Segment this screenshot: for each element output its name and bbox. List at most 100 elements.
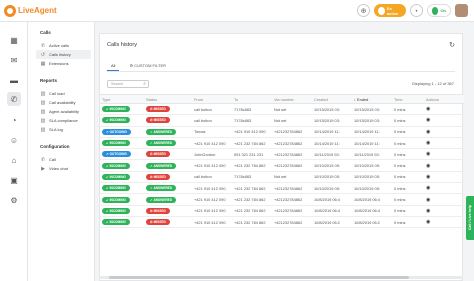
sidebar-item-label: Agent availability (49, 109, 80, 114)
status-badge: ✓ ANSWERED (146, 196, 177, 203)
cell-from: +421 910 412 090 (192, 137, 232, 150)
column-header-from[interactable]: From (192, 94, 232, 104)
table-row[interactable]: ↗ OUTGOING ✆ MISSED JohnGordon 091 321 231 … (100, 148, 464, 161)
search-input[interactable]: Search ⌕ (107, 80, 149, 88)
cell-to: +421 232 784 862 (232, 159, 272, 172)
table-row[interactable]: ↗ OUTGOING ✓ ANSWERED Tomas +421 910 412 09… (100, 126, 464, 138)
sidebar-item-call-load[interactable]: ▥ Call load (36, 89, 91, 98)
avatar[interactable] (455, 4, 468, 17)
settings-icon[interactable]: ⚙ (8, 194, 20, 206)
column-header-status[interactable]: Status (144, 94, 192, 104)
call-status-toggle[interactable]: On (427, 4, 451, 17)
mail-icon[interactable]: ✉ (8, 54, 20, 66)
chat-status-toggle[interactable]: Ex active (374, 4, 406, 17)
sidebar-item-label: SLA log (49, 127, 63, 132)
column-header-via-number[interactable]: Via number (272, 94, 312, 104)
cell-created: 10/8/2019 06:4 (312, 205, 352, 217)
view-icon[interactable]: ◉ (426, 197, 430, 203)
sidebar-item-video-chat[interactable]: ▶ Video chat (36, 164, 91, 173)
cell-status: ✆ MISSED (144, 216, 192, 229)
table-row[interactable]: ↙ INCOMING ✆ MISSED call button 7178c683 Not… (100, 171, 464, 184)
reports-icon[interactable]: ◔ (8, 114, 20, 126)
table-row[interactable]: ↙ INCOMING ✆ MISSED +421 910 412 090 +421 2… (100, 205, 464, 217)
sidebar-item-agent-availability[interactable]: ▥ Agent availability (36, 107, 91, 116)
view-icon[interactable]: ◉ (426, 117, 430, 123)
cell-to: +421 232 784 862 (232, 205, 272, 217)
plugins-icon[interactable]: ▣ (8, 174, 20, 186)
cell-ended: 10/8/2019 06:4 (352, 205, 392, 217)
live-help-button[interactable]: Call / Live help (466, 196, 474, 240)
table-row[interactable]: ↙ INCOMING ✓ ANSWERED +421 910 412 090 +421… (100, 137, 464, 150)
tabs-divider (107, 71, 455, 72)
logo[interactable]: LiveAgent (4, 4, 57, 17)
view-icon[interactable]: ◉ (426, 129, 430, 135)
contacts-icon[interactable]: ☺ (8, 134, 20, 146)
column-header-ended[interactable]: ↓ Ended (352, 94, 392, 104)
column-header-created[interactable]: Created (312, 94, 352, 104)
cell-time: 0 mins (392, 205, 424, 217)
table-row[interactable]: ↙ INCOMING ✓ ANSWERED +421 910 412 090 +421… (100, 159, 464, 172)
cell-time: 0 mins (392, 182, 424, 195)
type-badge-label: INCOMING (109, 197, 126, 202)
tab-all[interactable]: All (107, 61, 120, 71)
view-icon[interactable]: ◉ (426, 151, 430, 157)
cell-to: +421 232 784 862 (232, 193, 272, 206)
view-icon[interactable]: ◉ (426, 208, 430, 214)
sidebar-item-extensions[interactable]: ▦ Extensions (36, 59, 91, 68)
column-header-to[interactable]: To (232, 94, 272, 104)
cell-from: call button (192, 171, 232, 184)
cell-from: +421 910 412 090 (192, 182, 232, 195)
bars-icon: ▥ (40, 108, 46, 115)
cell-created: 10/8/2019 05:2 (312, 216, 352, 229)
table-row[interactable]: ↙ INCOMING ✆ MISSED call button 7178c683 Not… (100, 114, 464, 127)
view-icon[interactable]: ◉ (426, 185, 430, 191)
add-icon[interactable]: ⊕ (357, 4, 370, 17)
status-dropdown-icon[interactable]: ▾ (410, 4, 423, 17)
cell-actions: ◉ (424, 148, 464, 161)
column-header-time[interactable]: Time (392, 94, 424, 104)
view-icon[interactable]: ◉ (426, 140, 430, 146)
table-row[interactable]: ↙ INCOMING ✓ ANSWERED +421 910 412 090 +421… (100, 182, 464, 195)
sidebar-item-sla-compliance[interactable]: ▥ SLA compliance (36, 116, 91, 125)
column-header-type[interactable]: Type (100, 94, 144, 104)
chat-icon[interactable]: ▬ (8, 74, 20, 86)
cell-time: 0 mins (392, 148, 424, 161)
cell-from: Tomas (192, 126, 232, 138)
cell-type: ↙ INCOMING (100, 137, 144, 150)
status-badge: ✓ ANSWERED (146, 128, 177, 135)
table-row[interactable]: ↙ INCOMING ✆ MISSED call button 7178c683 Not… (100, 103, 464, 116)
type-badge: ↙ INCOMING (102, 140, 130, 147)
cell-actions: ◉ (424, 193, 464, 206)
phone-icon[interactable]: ✆ (7, 92, 21, 106)
cell-via-number: +421232784862 (272, 137, 312, 150)
view-icon[interactable]: ◉ (426, 163, 430, 169)
cell-from: call button (192, 114, 232, 127)
sidebar-item-call-availability[interactable]: ▥ Call availability (36, 98, 91, 107)
phone-icon: ✆ (40, 42, 46, 49)
dashboard-icon[interactable]: ▦ (8, 34, 20, 46)
tab-custom-filter[interactable]: ⚙ CUSTOM FILTER (125, 61, 170, 71)
sidebar-item-calls-history[interactable]: ↺ Calls history (36, 50, 91, 59)
view-icon[interactable]: ◉ (426, 219, 430, 225)
cell-to: +421 910 412 090 (232, 126, 272, 138)
top-right-controls: ⊕ Ex active ▾ On (357, 4, 468, 17)
sidebar-item-sla-log[interactable]: ▥ SLA log (36, 125, 91, 134)
horizontal-scrollbar[interactable] (99, 276, 463, 279)
cell-actions: ◉ (424, 205, 464, 217)
page-title: Calls history (107, 42, 137, 48)
table-row[interactable]: ↙ INCOMING ✓ ANSWERED +421 910 412 090 +421… (100, 193, 464, 206)
knowledge-icon[interactable]: ⌂ (8, 154, 20, 166)
type-badge: ↙ INCOMING (102, 173, 130, 180)
cell-time: 0 mins (392, 159, 424, 172)
cell-ended: 10/8/2019 05:2 (352, 216, 392, 229)
table-row[interactable]: ↙ INCOMING ✆ MISSED +421 910 412 090 +421 2… (100, 216, 464, 229)
sidebar-item-call[interactable]: ✆ Call (36, 155, 91, 164)
search-icon[interactable]: ⌕ (143, 81, 146, 87)
view-icon[interactable]: ◉ (426, 174, 430, 180)
view-icon[interactable]: ◉ (426, 106, 430, 112)
refresh-icon[interactable]: ↻ (449, 41, 455, 49)
sidebar-item-active-calls[interactable]: ✆ Active calls (36, 41, 91, 50)
logo-text: LiveAgent (18, 6, 57, 15)
cell-to: 091 321 231 231 (232, 148, 272, 161)
table-header-row: Type Status From To Via number Created ↓… (100, 94, 464, 104)
